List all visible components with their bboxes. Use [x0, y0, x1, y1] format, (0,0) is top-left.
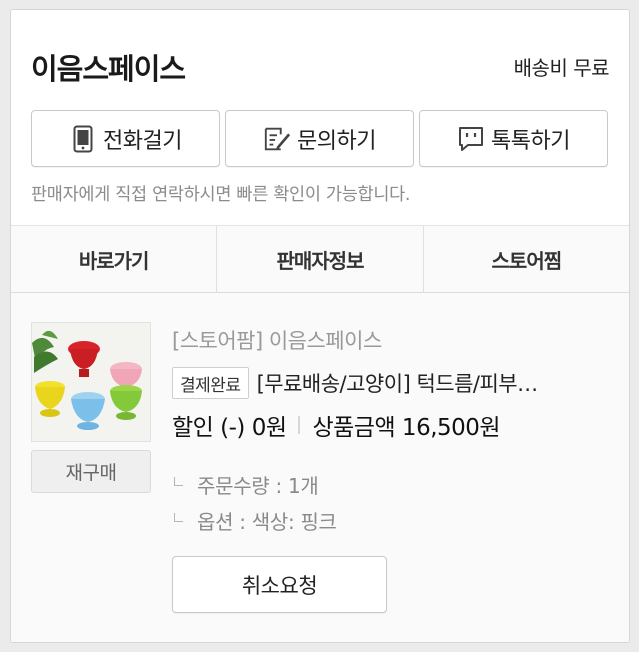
call-button[interactable]: 전화걸기: [31, 110, 220, 167]
corner-bullet-icon: [174, 513, 183, 522]
store-tabs: 바로가기 판매자정보 스토어찜: [11, 225, 629, 293]
inquiry-edit-icon: [263, 125, 291, 153]
price-row: 할인 (-) 0원 상품금액 16,500원: [172, 407, 501, 443]
order-store-link[interactable]: [스토어팜] 이음스페이스: [172, 325, 382, 355]
tab-shortcut[interactable]: 바로가기: [11, 226, 218, 292]
order-quantity: 주문수량 : 1개: [172, 470, 319, 499]
inquiry-button[interactable]: 문의하기: [225, 110, 414, 167]
cancel-request-button[interactable]: 취소요청: [172, 556, 387, 613]
order-option: 옵션 : 색상: 핑크: [172, 506, 337, 535]
contact-notice: 판매자에게 직접 연락하시면 빠른 확인이 가능합니다.: [31, 185, 411, 205]
order-option-text: 옵션 : 색상: 핑크: [197, 510, 337, 534]
product-amount: 상품금액 16,500원: [312, 415, 501, 441]
status-badge: 결제완료: [172, 367, 249, 399]
call-button-label: 전화걸기: [103, 128, 182, 154]
store-order-card: 이음스페이스 배송비 무료 전화걸기 문의하기 톡톡하기 판매자에게 직접 연락…: [10, 9, 630, 643]
price-divider: [298, 416, 301, 434]
product-thumbnail[interactable]: [31, 322, 151, 442]
talk-button-label: 톡톡하기: [491, 128, 570, 154]
talk-button[interactable]: 톡톡하기: [419, 110, 608, 167]
store-header: 이음스페이스 배송비 무료 전화걸기 문의하기 톡톡하기 판매자에게 직접 연락…: [11, 10, 629, 225]
contact-buttons: 전화걸기 문의하기 톡톡하기: [31, 110, 609, 167]
corner-bullet-icon: [174, 477, 183, 486]
rebuy-button[interactable]: 재구매: [31, 450, 151, 493]
order-status-row: 결제완료 [무료배송/고양이] 턱드름/피부…: [172, 366, 602, 400]
talk-chat-icon: [457, 125, 485, 153]
product-title[interactable]: [무료배송/고양이] 턱드름/피부…: [257, 368, 538, 398]
order-item: 재구매 [스토어팜] 이음스페이스 결제완료 [무료배송/고양이] 턱드름/피부…: [11, 293, 629, 642]
discount-amount: 할인 (-) 0원: [172, 415, 287, 441]
order-quantity-text: 주문수량 : 1개: [197, 474, 319, 498]
tab-seller-info[interactable]: 판매자정보: [217, 226, 424, 292]
tab-store-favorite[interactable]: 스토어찜: [424, 226, 629, 292]
cat-bowls-product-image: [32, 323, 150, 441]
phone-icon: [69, 125, 97, 153]
shipping-fee-label: 배송비 무료: [513, 56, 610, 80]
inquiry-button-label: 문의하기: [297, 128, 376, 154]
store-name[interactable]: 이음스페이스: [31, 46, 186, 88]
